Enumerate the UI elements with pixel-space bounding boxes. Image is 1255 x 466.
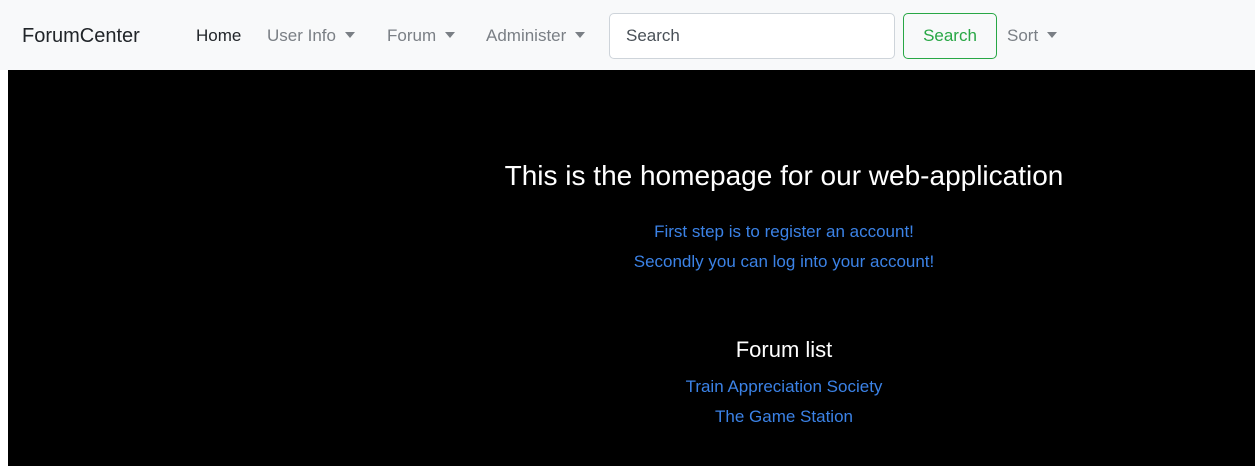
navbar: ForumCenter Home User Info Forum Adminis… xyxy=(0,0,1255,70)
search-button[interactable]: Search xyxy=(903,13,997,59)
nav-item-home[interactable]: Home xyxy=(196,24,241,48)
caret-down-icon xyxy=(445,32,456,38)
nav-item-label: Home xyxy=(196,26,242,45)
nav-item-administer[interactable]: Administer xyxy=(486,24,586,48)
nav-item-label: Forum xyxy=(387,26,437,45)
brand-link[interactable]: ForumCenter xyxy=(22,22,140,50)
caret-down-icon xyxy=(344,32,355,38)
page-headline: This is the homepage for our web-applica… xyxy=(504,160,1064,191)
nav-item-label: User Info xyxy=(267,26,336,45)
register-link[interactable]: First step is to register an account! xyxy=(484,221,1084,243)
nav-item-label: Administer xyxy=(486,26,567,45)
forum-link-the-game-station[interactable]: The Game Station xyxy=(484,406,1084,428)
forum-list-title: Forum list xyxy=(735,337,833,362)
forum-link-train-appreciation-society[interactable]: Train Appreciation Society xyxy=(484,376,1084,398)
nav-item-sort[interactable]: Sort xyxy=(1007,24,1058,48)
caret-down-icon xyxy=(1047,32,1058,38)
search-input[interactable] xyxy=(609,13,895,59)
nav-item-forum[interactable]: Forum xyxy=(387,24,456,48)
nav-item-user-info[interactable]: User Info xyxy=(267,24,355,48)
login-link[interactable]: Secondly you can log into your account! xyxy=(484,251,1084,273)
nav-item-label: Sort xyxy=(1007,26,1039,45)
caret-down-icon xyxy=(575,32,586,38)
